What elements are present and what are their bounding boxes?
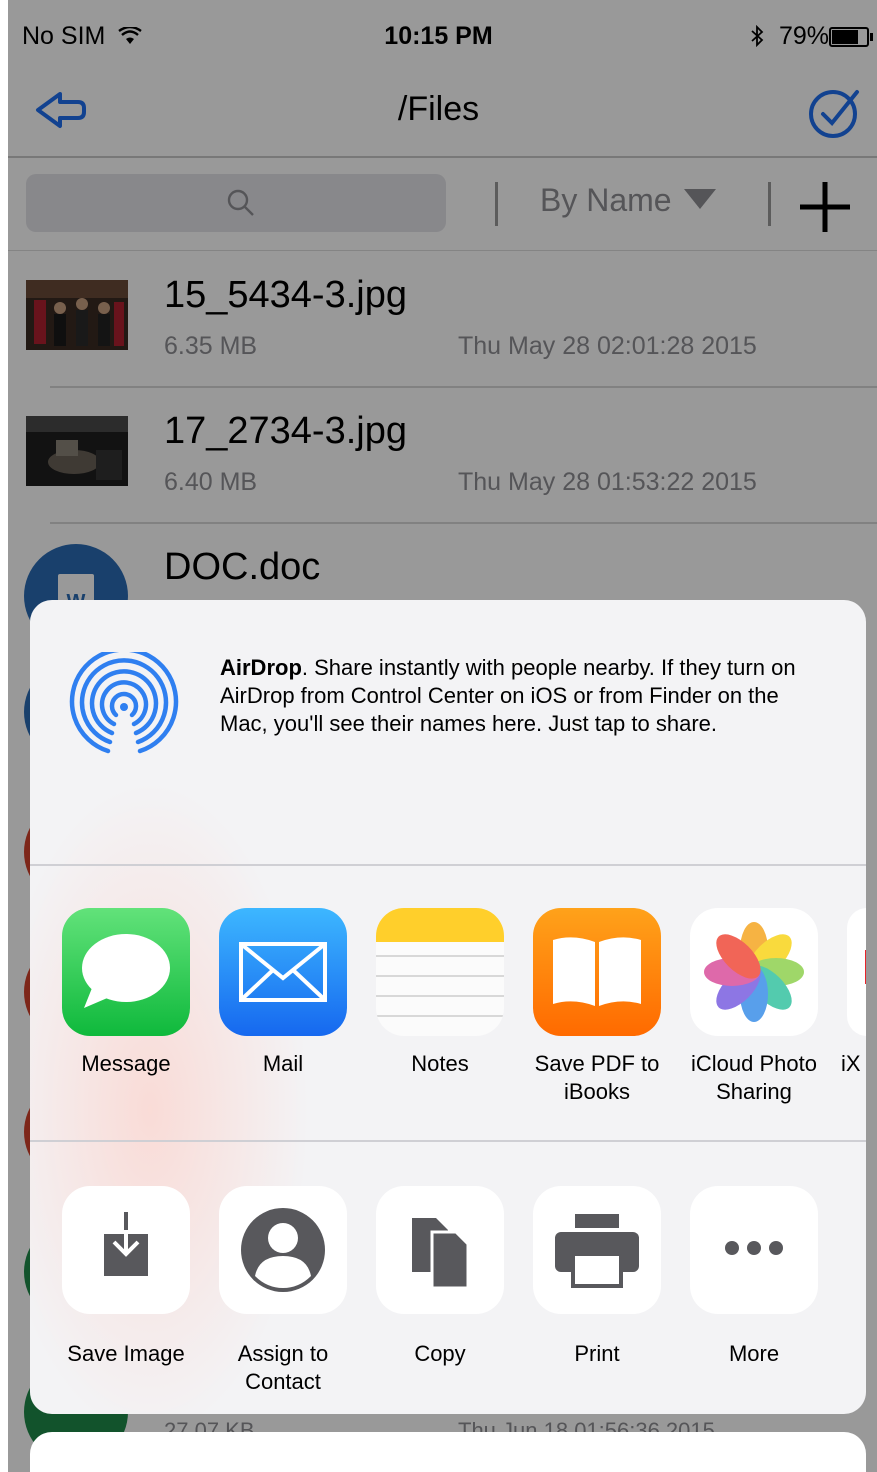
- share-app-mail[interactable]: Mail: [205, 908, 361, 1078]
- action-label: Copy: [414, 1341, 466, 1366]
- action-print[interactable]: Print: [519, 1186, 675, 1368]
- app-label: Notes: [411, 1051, 469, 1076]
- screen-edge: [0, 0, 8, 1472]
- airdrop-icon: [69, 652, 179, 754]
- action-label: More: [728, 1341, 780, 1366]
- airdrop-body: . Share instantly with people nearby. If…: [220, 655, 796, 736]
- airdrop-description: AirDrop. Share instantly with people nea…: [220, 654, 820, 738]
- notes-icon: [376, 908, 504, 1036]
- action-save-image[interactable]: Save Image: [48, 1186, 204, 1368]
- share-app-icloud-photo-sharing[interactable]: iCloud Photo Sharing: [676, 908, 832, 1106]
- contact-icon: [219, 1186, 347, 1314]
- share-app-notes[interactable]: Notes: [362, 908, 518, 1078]
- share-app-ibooks[interactable]: Save PDF to iBooks: [519, 908, 675, 1106]
- photos-icon: [690, 908, 818, 1036]
- app-screen: No SIM 10:15 PM 79% /Files By Name 15_54…: [0, 0, 877, 1472]
- partial-app-icon: [847, 908, 866, 1036]
- save-image-icon: [62, 1186, 190, 1314]
- action-label: Save Image: [67, 1341, 185, 1366]
- action-assign-to-contact[interactable]: Assign to Contact: [205, 1186, 361, 1396]
- share-app-message[interactable]: Message: [48, 908, 204, 1078]
- ibooks-icon: [533, 908, 661, 1036]
- more-icon: [690, 1186, 818, 1314]
- app-label: Save PDF to iBooks: [534, 1051, 660, 1104]
- print-icon: [533, 1186, 661, 1314]
- share-sheet: AirDrop. Share instantly with people nea…: [30, 600, 866, 1414]
- action-label: Assign to Contact: [237, 1341, 329, 1394]
- mail-icon: [219, 908, 347, 1036]
- share-app-partial[interactable]: iX: [833, 908, 866, 1078]
- app-label: iCloud Photo Sharing: [691, 1051, 817, 1104]
- app-label: iX: [841, 1051, 861, 1076]
- messages-icon: [62, 908, 190, 1036]
- airdrop-title: AirDrop: [220, 655, 302, 680]
- app-label: Message: [81, 1051, 171, 1076]
- app-label: Mail: [262, 1051, 304, 1076]
- action-more[interactable]: More: [676, 1186, 832, 1368]
- divider: [30, 1140, 866, 1142]
- cancel-button[interactable]: [30, 1432, 866, 1472]
- divider: [30, 864, 866, 866]
- action-copy[interactable]: Copy: [362, 1186, 518, 1368]
- copy-icon: [376, 1186, 504, 1314]
- action-label: Print: [574, 1341, 620, 1366]
